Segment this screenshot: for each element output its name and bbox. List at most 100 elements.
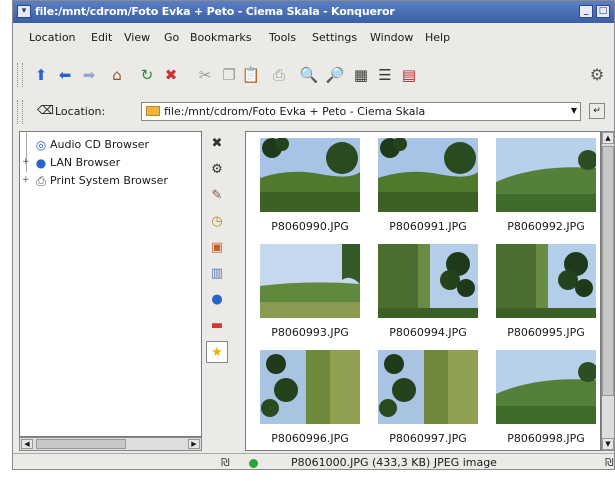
scroll-up-button[interactable]: ▲ [602,132,614,144]
expand-icon[interactable]: + [22,175,32,185]
copy-icon[interactable]: ❐ [217,64,241,86]
location-label: Location: [55,105,106,118]
printer-icon: ⎙ [36,174,46,188]
up-arrow-icon[interactable]: ⬆ [29,64,53,86]
file-item[interactable]: P8060994.JPG [370,240,486,346]
file-item[interactable]: P8060991.JPG [370,134,486,240]
clear-location-icon[interactable]: ⌫ [37,103,54,117]
file-name[interactable]: P8060990.JPG [252,220,368,233]
image-thumbnail[interactable] [378,138,478,212]
history-tab-icon[interactable]: ◷ [206,211,228,233]
scroll-thumb[interactable] [36,439,126,449]
image-thumbnail[interactable] [496,244,596,318]
menu-tools[interactable]: Tools [269,31,296,44]
image-thumbnail[interactable] [496,138,596,212]
tree-item-lan[interactable]: + ● LAN Browser [20,154,201,172]
main-toolbar: ⬆ ⬅ ➡ ⌂ ↻ ✖ ✂ ❐ 📋 ⎙ 🔍 🔎 ▦ ☰ ▤ ⚙ [13,58,614,92]
location-input[interactable]: file:/mnt/cdrom/Foto Evka + Peto - Ciema… [141,102,581,121]
list-view-icon[interactable]: ☰ [373,64,397,86]
scroll-right-button[interactable]: ▶ [188,439,200,449]
file-item[interactable]: P8060995.JPG [488,240,600,346]
image-thumbnail[interactable] [496,350,596,424]
starred-tab-icon[interactable]: ★ [206,341,228,363]
print-icon[interactable]: ⎙ [267,64,291,86]
menu-bookmarks[interactable]: Bookmarks [190,31,251,44]
scroll-down-button[interactable]: ▼ [602,438,614,450]
cut-icon[interactable]: ✂ [193,64,217,86]
detailed-view-icon[interactable]: ▤ [397,64,421,86]
link-view-icon[interactable]: ₪ [221,456,230,469]
image-thumbnail[interactable] [378,244,478,318]
window-title: file:/mnt/cdrom/Foto Evka + Peto - Ciema… [35,5,395,18]
location-grip[interactable] [17,100,23,124]
tree-item-print[interactable]: + ⎙ Print System Browser [20,172,201,190]
tree-horizontal-scrollbar[interactable]: ◀ ▶ [19,437,202,451]
icon-view: P8060990.JPG P8060991.JPG P8060992.JPG P806… [245,131,601,451]
expand-icon[interactable]: + [22,157,32,167]
media-tab-icon[interactable]: ▥ [206,263,228,285]
file-item[interactable]: P8060992.JPG [488,134,600,240]
image-thumbnail[interactable] [260,244,360,318]
image-thumbnail[interactable] [260,138,360,212]
home-icon[interactable]: ⌂ [105,64,129,86]
go-button[interactable]: ↵ [589,103,605,119]
zoom-in-icon[interactable]: 🔍 [297,64,321,86]
reload-icon[interactable]: ↻ [135,64,159,86]
menu-go[interactable]: Go [164,31,179,44]
file-name[interactable]: P8060993.JPG [252,326,368,339]
file-item[interactable]: P8060996.JPG [252,346,368,450]
file-item[interactable]: P8060998.JPG [488,346,600,450]
file-name[interactable]: P8060997.JPG [370,432,486,445]
scroll-left-button[interactable]: ◀ [21,439,33,449]
chevron-down-icon[interactable]: ▼ [571,106,577,115]
file-name[interactable]: P8060995.JPG [488,326,600,339]
sidebar-tabs: ✖ ⚙ ✎ ◷ ▣ ▥ ● ▬ ★ [202,131,232,437]
file-item[interactable]: P8060993.JPG [252,240,368,346]
bookmarks-tab-icon[interactable]: ✎ [206,185,228,207]
konqueror-logo-icon: ⚙ [589,65,605,84]
stop-icon[interactable]: ✖ [159,64,183,86]
file-name[interactable]: P8060992.JPG [488,220,600,233]
menu-window[interactable]: Window [370,31,413,44]
menu-view[interactable]: View [124,31,150,44]
file-name[interactable]: P8060996.JPG [252,432,368,445]
file-name[interactable]: P8060994.JPG [370,326,486,339]
menu-location[interactable]: Location [29,31,76,44]
menu-bar: Location Edit View Go Bookmarks Tools Se… [13,29,614,49]
link-view-icon[interactable]: ₪ [605,456,614,469]
sidebar-config-icon[interactable]: ⚙ [206,159,228,181]
close-sidebar-icon[interactable]: ✖ [206,133,228,155]
status-indicator-icon [249,459,258,468]
file-item[interactable]: P8060990.JPG [252,134,368,240]
file-item[interactable]: P8060997.JPG [370,346,486,450]
window-menu-button[interactable]: ▾ [17,5,31,18]
scroll-thumb[interactable] [602,146,614,396]
menu-edit[interactable]: Edit [91,31,112,44]
file-name[interactable]: P8060998.JPG [488,432,600,445]
network-icon: ● [35,156,47,170]
services-tab-icon[interactable]: ▬ [206,315,228,337]
image-thumbnail[interactable] [378,350,478,424]
status-text: P8061000.JPG (433,3 KB) JPEG image [291,456,497,469]
zoom-out-icon[interactable]: 🔎 [323,64,347,86]
konqueror-window: ▾ file:/mnt/cdrom/Foto Evka + Peto - Cie… [12,0,615,470]
minimize-button[interactable]: _ [579,5,593,18]
sidebar-tree: ◎ Audio CD Browser + ● LAN Browser + ⎙ P… [19,131,202,437]
network-tab-icon[interactable]: ● [206,289,228,311]
toolbar-grip[interactable] [17,63,23,87]
location-bar: ⌫ Location: file:/mnt/cdrom/Foto Evka + … [13,98,614,126]
icon-view-scrollbar[interactable]: ▲ ▼ [601,131,614,451]
home-folder-tab-icon[interactable]: ▣ [206,237,228,259]
title-bar[interactable]: ▾ file:/mnt/cdrom/Foto Evka + Peto - Cie… [13,1,614,23]
paste-icon[interactable]: 📋 [239,64,263,86]
icon-view-icon[interactable]: ▦ [349,64,373,86]
back-arrow-icon[interactable]: ⬅ [53,64,77,86]
tree-item-audio-cd[interactable]: ◎ Audio CD Browser [20,136,201,154]
forward-arrow-icon[interactable]: ➡ [77,64,101,86]
file-name[interactable]: P8060991.JPG [370,220,486,233]
tree-item-label: Audio CD Browser [50,138,149,151]
image-thumbnail[interactable] [260,350,360,424]
maximize-button[interactable]: □ [596,5,610,18]
menu-help[interactable]: Help [425,31,450,44]
menu-settings[interactable]: Settings [312,31,357,44]
